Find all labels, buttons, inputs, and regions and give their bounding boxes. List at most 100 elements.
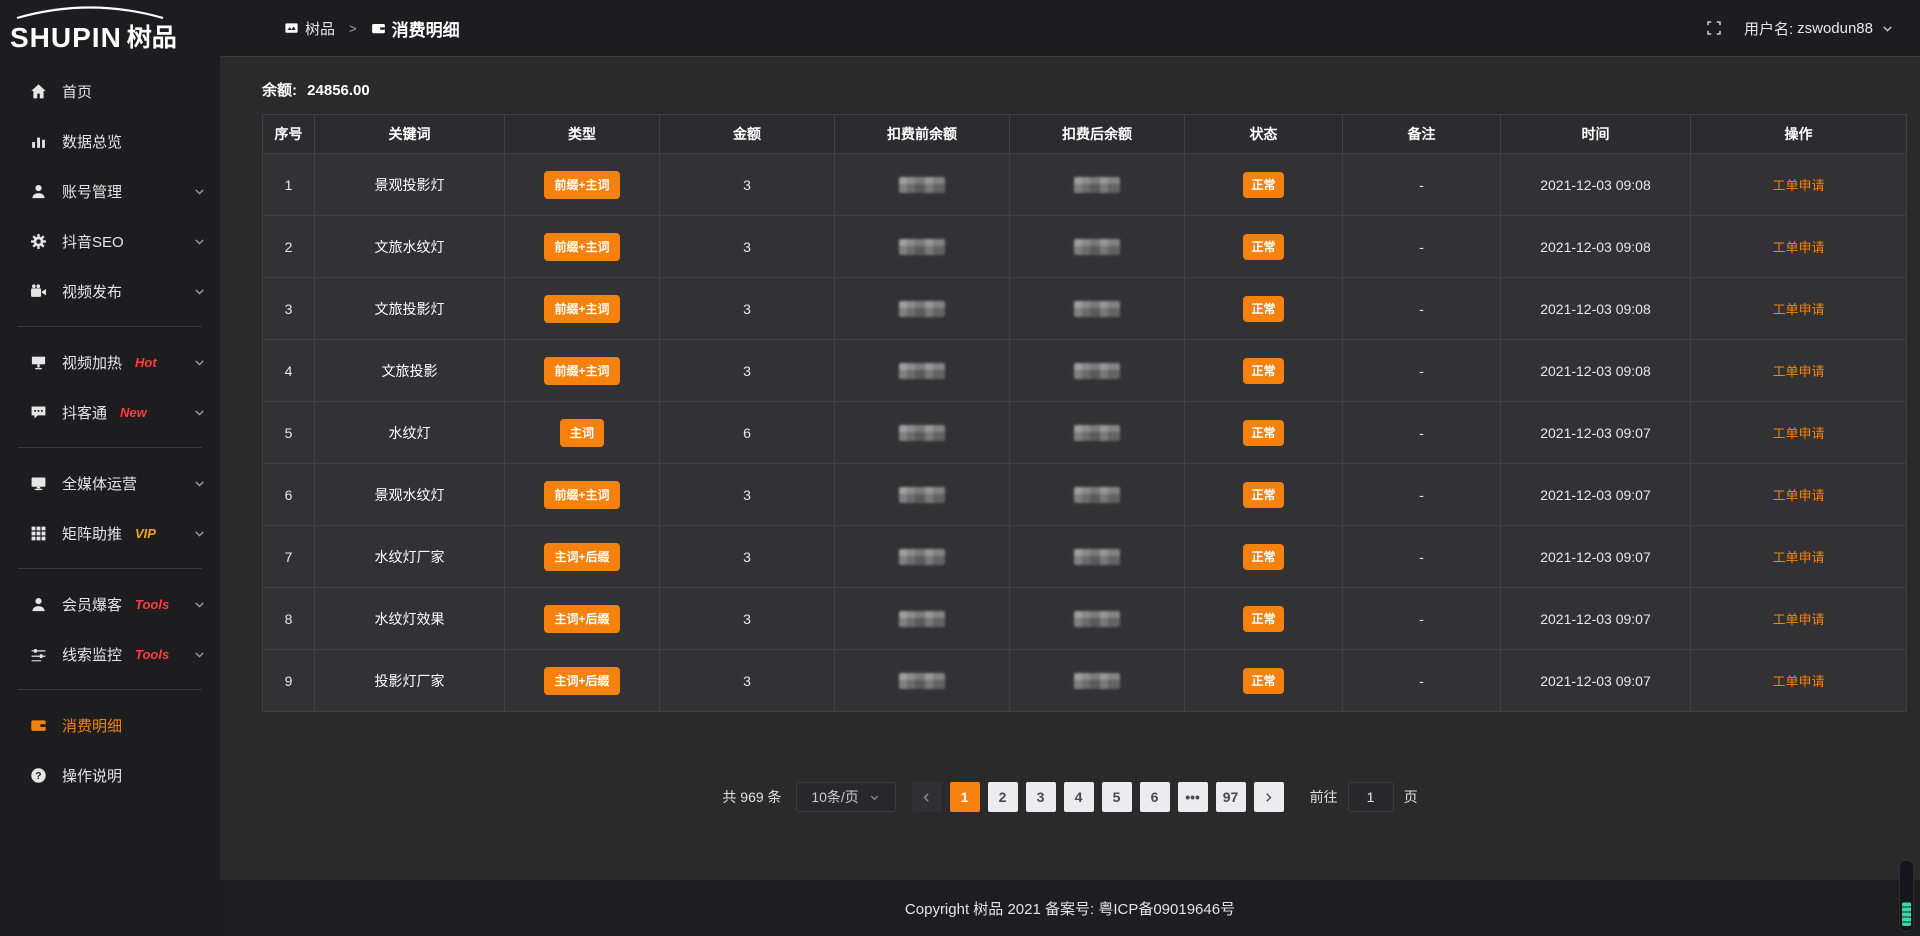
- wallet-icon: [30, 717, 47, 734]
- table-row: 2文旅水纹灯前缀+主词3正常-2021-12-03 09:08工单申请: [263, 216, 1907, 278]
- sidebar-item-question-icon[interactable]: ?操作说明: [0, 750, 220, 800]
- table-row: 6景观水纹灯前缀+主词3正常-2021-12-03 09:07工单申请: [263, 464, 1907, 526]
- breadcrumb-root[interactable]: 树品: [305, 18, 335, 39]
- page-button[interactable]: 5: [1102, 782, 1132, 812]
- fullscreen-icon[interactable]: [1706, 20, 1722, 36]
- cell-balance-after: [1010, 402, 1185, 464]
- page-button[interactable]: •••: [1178, 782, 1208, 812]
- page-button[interactable]: 1: [950, 782, 980, 812]
- cell-amount: 3: [660, 650, 835, 712]
- page-size-select[interactable]: 10条/页: [796, 782, 896, 812]
- sidebar-item-member-icon[interactable]: 会员爆客Tools: [0, 579, 220, 629]
- cell-amount: 3: [660, 464, 835, 526]
- sidebar-item-gear-icon[interactable]: 抖音SEO: [0, 216, 220, 266]
- topbar-right: 用户名: zswodun88: [1706, 18, 1894, 39]
- work-order-link[interactable]: 工单申请: [1772, 426, 1824, 441]
- cell-type: 前缀+主词: [505, 278, 660, 340]
- board-icon: [284, 21, 299, 36]
- page-button[interactable]: 97: [1216, 782, 1246, 812]
- cell-time: 2021-12-03 09:07: [1501, 464, 1691, 526]
- work-order-link[interactable]: 工单申请: [1772, 240, 1824, 255]
- masked-value: [1074, 177, 1120, 193]
- cell-note: -: [1343, 402, 1501, 464]
- work-order-link[interactable]: 工单申请: [1772, 364, 1824, 379]
- sidebar-item-grid-icon[interactable]: 矩阵助推VIP: [0, 508, 220, 558]
- gear-icon: [30, 233, 47, 250]
- cell-time: 2021-12-03 09:07: [1501, 526, 1691, 588]
- work-order-link[interactable]: 工单申请: [1772, 674, 1824, 689]
- page-button[interactable]: 4: [1064, 782, 1094, 812]
- page-button[interactable]: 2: [988, 782, 1018, 812]
- work-order-link[interactable]: 工单申请: [1772, 488, 1824, 503]
- masked-value: [1074, 673, 1120, 689]
- sidebar-item-label: 抖音SEO: [62, 231, 124, 252]
- cell-status: 正常: [1185, 154, 1343, 216]
- chevron-down-icon: [1881, 22, 1894, 35]
- page-size-label: 10条/页: [811, 787, 858, 807]
- balance: 余额: 24856.00: [262, 79, 1920, 100]
- logo-arc: [14, 5, 166, 20]
- consumption-table: 序号关键词类型金额扣费前余额扣费后余额状态备注时间操作 1景观投影灯前缀+主词3…: [262, 114, 1907, 712]
- status-badge: 正常: [1243, 544, 1283, 570]
- goto-page-input[interactable]: [1348, 782, 1394, 812]
- column-header: 备注: [1343, 115, 1501, 154]
- masked-value: [899, 487, 945, 503]
- cell-amount: 3: [660, 526, 835, 588]
- chat-icon: [30, 404, 47, 421]
- cell-amount: 3: [660, 216, 835, 278]
- cell-type: 主词+后缀: [505, 588, 660, 650]
- cell-status: 正常: [1185, 278, 1343, 340]
- table-row: 3文旅投影灯前缀+主词3正常-2021-12-03 09:08工单申请: [263, 278, 1907, 340]
- sidebar-item-monitor-icon[interactable]: 全媒体运营: [0, 458, 220, 508]
- sidebar-item-screen-icon[interactable]: 视频加热Hot: [0, 337, 220, 387]
- sidebar-item-chat-icon[interactable]: 抖客通New: [0, 387, 220, 437]
- cell-keyword: 水纹灯效果: [315, 588, 505, 650]
- chevron-down-icon: [193, 235, 206, 248]
- type-badge: 前缀+主词: [544, 481, 619, 509]
- cell-amount: 3: [660, 278, 835, 340]
- masked-value: [1074, 239, 1120, 255]
- user-menu[interactable]: 用户名: zswodun88: [1744, 18, 1894, 39]
- status-badge: 正常: [1243, 668, 1283, 694]
- table-row: 8水纹灯效果主词+后缀3正常-2021-12-03 09:07工单申请: [263, 588, 1907, 650]
- work-order-link[interactable]: 工单申请: [1772, 178, 1824, 193]
- work-order-link[interactable]: 工单申请: [1772, 550, 1824, 565]
- cell-index: 9: [263, 650, 315, 712]
- table-row: 7水纹灯厂家主词+后缀3正常-2021-12-03 09:07工单申请: [263, 526, 1907, 588]
- cell-keyword: 文旅投影灯: [315, 278, 505, 340]
- cell-amount: 3: [660, 588, 835, 650]
- masked-value: [899, 363, 945, 379]
- cell-time: 2021-12-03 09:08: [1501, 340, 1691, 402]
- top-bar: 树品 > 消费明细 用户名: zswodun88: [220, 0, 1920, 57]
- work-order-link[interactable]: 工单申请: [1772, 612, 1824, 627]
- screen-icon: [30, 354, 47, 371]
- goto-label: 前往: [1310, 787, 1338, 807]
- page-button[interactable]: 6: [1140, 782, 1170, 812]
- username-value: zswodun88: [1797, 20, 1873, 37]
- sidebar-item-home-icon[interactable]: 首页: [0, 66, 220, 116]
- cell-action: 工单申请: [1691, 154, 1907, 216]
- work-order-link[interactable]: 工单申请: [1772, 302, 1824, 317]
- chevron-down-icon: [193, 356, 206, 369]
- sidebar-item-user-icon[interactable]: 账号管理: [0, 166, 220, 216]
- sidebar-item-tag: New: [120, 405, 147, 420]
- table-row: 4文旅投影前缀+主词3正常-2021-12-03 09:08工单申请: [263, 340, 1907, 402]
- sidebar-menu: 首页数据总览账号管理抖音SEO 视频发布视频加热Hot抖客通New 全媒体运营矩阵助…: [0, 64, 220, 800]
- sidebar-item-bar-chart-icon[interactable]: 数据总览: [0, 116, 220, 166]
- table-row: 9投影灯厂家主词+后缀3正常-2021-12-03 09:07工单申请: [263, 650, 1907, 712]
- sidebar-item-video-camera-icon[interactable]: 视频发布: [0, 266, 220, 316]
- sidebar-item-wallet-icon[interactable]: 消费明细: [0, 700, 220, 750]
- question-icon: ?: [30, 767, 47, 784]
- chevron-down-icon: [193, 406, 206, 419]
- floating-widget[interactable]: [1899, 860, 1914, 932]
- cell-type: 前缀+主词: [505, 154, 660, 216]
- cell-balance-before: [835, 464, 1010, 526]
- status-badge: 正常: [1243, 482, 1283, 508]
- username-label: 用户名:: [1744, 18, 1793, 39]
- footer: Copyright 树品 2021 备案号: 粤ICP备09019646号: [220, 880, 1920, 936]
- status-badge: 正常: [1243, 420, 1283, 446]
- sidebar-item-sliders-icon[interactable]: 线索监控Tools: [0, 629, 220, 679]
- page-button[interactable]: 3: [1026, 782, 1056, 812]
- prev-page-button[interactable]: [912, 782, 942, 812]
- next-page-button[interactable]: [1254, 782, 1284, 812]
